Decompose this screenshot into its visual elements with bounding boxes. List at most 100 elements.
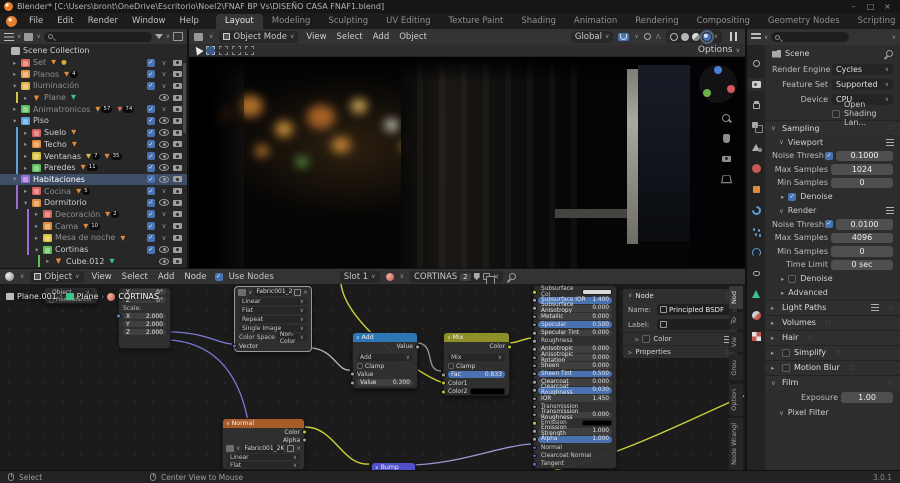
pan-hand-icon[interactable] <box>721 133 732 144</box>
expand-arrow[interactable]: ▾ <box>13 175 21 183</box>
input-socket[interactable] <box>532 454 537 459</box>
expand-arrow[interactable]: ▾ <box>35 246 43 254</box>
use-nodes-checkbox[interactable] <box>215 273 223 281</box>
bump-node[interactable]: ∨Bump <box>371 462 416 470</box>
property-dropdown[interactable]: Cycles∨ <box>832 64 893 75</box>
options-dropdown[interactable]: Options∨ <box>698 45 740 55</box>
input-socket[interactable] <box>532 298 537 303</box>
input-socket[interactable] <box>532 339 537 344</box>
color-checkbox[interactable] <box>642 335 650 343</box>
outliner-row[interactable]: ▸ Planos ▼4 <box>0 68 187 80</box>
noise-threshold-value[interactable]: 0.0100 <box>836 219 893 230</box>
image-texture-node[interactable]: ∨ Fabric001_2K_Ro... × Linear∨ Flat∨ Rep… <box>234 286 312 352</box>
expand-arrow[interactable]: ▾ <box>13 117 21 125</box>
input-socket[interactable] <box>532 413 537 418</box>
viewport-subpanel-header[interactable]: ∨Viewport <box>765 135 900 149</box>
exclude-checkbox[interactable] <box>145 115 157 127</box>
exclude-checkbox[interactable] <box>145 185 157 197</box>
sidebar-tab[interactable]: Nod <box>729 286 743 309</box>
outliner-row[interactable]: ▸ Animatronicos ▼57 ▼74 <box>0 103 187 115</box>
denoise-checkbox[interactable] <box>788 193 796 201</box>
workspace-tab[interactable]: Sculpting <box>319 14 377 29</box>
outliner-row[interactable]: Scene Collection <box>0 45 187 57</box>
render-visibility-toggle[interactable] <box>171 209 183 221</box>
input-socket[interactable] <box>532 364 537 369</box>
menu-item[interactable]: Help <box>172 15 205 27</box>
shader-menu[interactable]: Node <box>182 272 208 282</box>
bsdf-input-row[interactable]: Specular 0.500 <box>534 321 616 329</box>
close-button[interactable]: × <box>879 2 896 11</box>
workspace-tab[interactable]: UV Editing <box>377 14 439 29</box>
exposure-value[interactable]: 1.00 <box>841 392 893 403</box>
bsdf-input-row[interactable]: Specular Tint 0.000 <box>534 329 616 337</box>
input-socket[interactable] <box>532 404 537 409</box>
blender-menu-icon[interactable] <box>6 16 17 27</box>
sidebar-tab[interactable]: To <box>729 312 743 329</box>
render-visibility-toggle[interactable] <box>171 174 183 186</box>
menu-item[interactable]: Edit <box>50 15 80 27</box>
workspace-tab[interactable]: Rendering <box>626 14 687 29</box>
pin-icon[interactable] <box>508 272 518 282</box>
osl-checkbox[interactable] <box>832 110 840 118</box>
slot-dropdown[interactable]: Slot 1∨ <box>340 271 380 283</box>
render-visibility-toggle[interactable] <box>171 162 183 174</box>
axis-y-dot[interactable] <box>703 89 711 97</box>
outliner-row[interactable]: ▸ Cocina ▼5 <box>0 185 187 197</box>
properties-tab[interactable] <box>748 120 764 133</box>
film-panel-header[interactable]: ∨Film∷ <box>765 375 900 390</box>
menu-item[interactable]: Window <box>125 15 173 27</box>
outliner-row[interactable]: ▾ Iluminación <box>0 80 187 92</box>
max-samples-value[interactable]: 1024 <box>831 164 893 175</box>
select-mode-new-icon[interactable] <box>206 46 215 55</box>
render-visibility-toggle[interactable] <box>171 244 183 256</box>
visibility-toggle[interactable] <box>158 232 170 244</box>
preset-icon[interactable] <box>871 304 879 311</box>
outliner-row[interactable]: ▸ Paredes ▼11 <box>0 162 187 174</box>
workspace-tab[interactable]: Compositing <box>688 14 759 29</box>
expand-arrow[interactable]: ▸ <box>24 94 32 102</box>
properties-tab[interactable] <box>748 246 764 259</box>
render-visibility-toggle[interactable] <box>171 255 183 267</box>
viewport-menu[interactable]: Add <box>371 32 391 42</box>
bsdf-input-row[interactable]: Sheen Tint 0.500 <box>534 370 616 378</box>
properties-tab[interactable] <box>748 99 764 112</box>
select-tool-icon[interactable] <box>192 44 203 55</box>
camera-view-icon[interactable] <box>721 153 732 164</box>
visibility-toggle[interactable] <box>158 80 170 92</box>
bsdf-input-row[interactable]: Metallic 0.000 <box>534 313 616 321</box>
expand-arrow[interactable]: ▸ <box>24 140 32 148</box>
editor-type-icon[interactable] <box>5 272 14 281</box>
render-visibility-toggle[interactable] <box>171 197 183 209</box>
input-socket[interactable] <box>532 421 537 426</box>
properties-tab[interactable] <box>748 225 764 238</box>
closed-panel-header[interactable]: ▸ Motion Blur ∷ <box>765 360 900 375</box>
outliner-row[interactable]: ▸ Ventanas ▼7 ▼35 <box>0 150 187 162</box>
outliner-row[interactable]: ▸ ▼ Cube.012 ▼ <box>0 255 187 267</box>
render-visibility-toggle[interactable] <box>171 127 183 139</box>
image-datablock[interactable]: ∨ Fabric001_2K_Ro... × <box>235 287 311 297</box>
chevron-right-icon[interactable]: ∨ <box>634 337 641 341</box>
outliner-scrollbar[interactable] <box>183 63 186 133</box>
color-swatch[interactable] <box>582 289 612 296</box>
properties-tab[interactable] <box>748 204 764 217</box>
expand-arrow[interactable]: ▾ <box>13 82 21 90</box>
properties-tab[interactable] <box>748 183 764 196</box>
navigation-gizmo[interactable] <box>699 65 737 103</box>
min-samples-value[interactable]: 0 <box>831 178 893 189</box>
min-samples-value[interactable]: 0 <box>831 246 893 257</box>
render-visibility-toggle[interactable] <box>171 57 183 69</box>
outliner-row[interactable]: ▸ Mesa de noche ▼ <box>0 232 187 244</box>
outliner-row[interactable]: ▸ ▼ Plane ▼ <box>0 92 187 104</box>
mix-node[interactable]: ∨Mix Color Mix∨ Clamp Fac0.833 Color1 Co… <box>443 332 510 396</box>
visibility-toggle[interactable] <box>158 68 170 80</box>
visibility-toggle[interactable] <box>158 162 170 174</box>
node-name-field[interactable]: Principled BSDF <box>657 304 732 315</box>
outliner-search-input[interactable] <box>44 32 152 42</box>
input-socket[interactable] <box>532 290 537 295</box>
properties-tab[interactable] <box>748 78 764 91</box>
render-visibility-toggle[interactable] <box>171 220 183 232</box>
outliner-row[interactable]: ▸ Techo ▼ <box>0 139 187 151</box>
outliner-row[interactable]: ▸ Decoración ▼2 <box>0 209 187 221</box>
expand-arrow[interactable]: ▸ <box>13 59 21 67</box>
noise-threshold-checkbox[interactable] <box>825 152 833 160</box>
